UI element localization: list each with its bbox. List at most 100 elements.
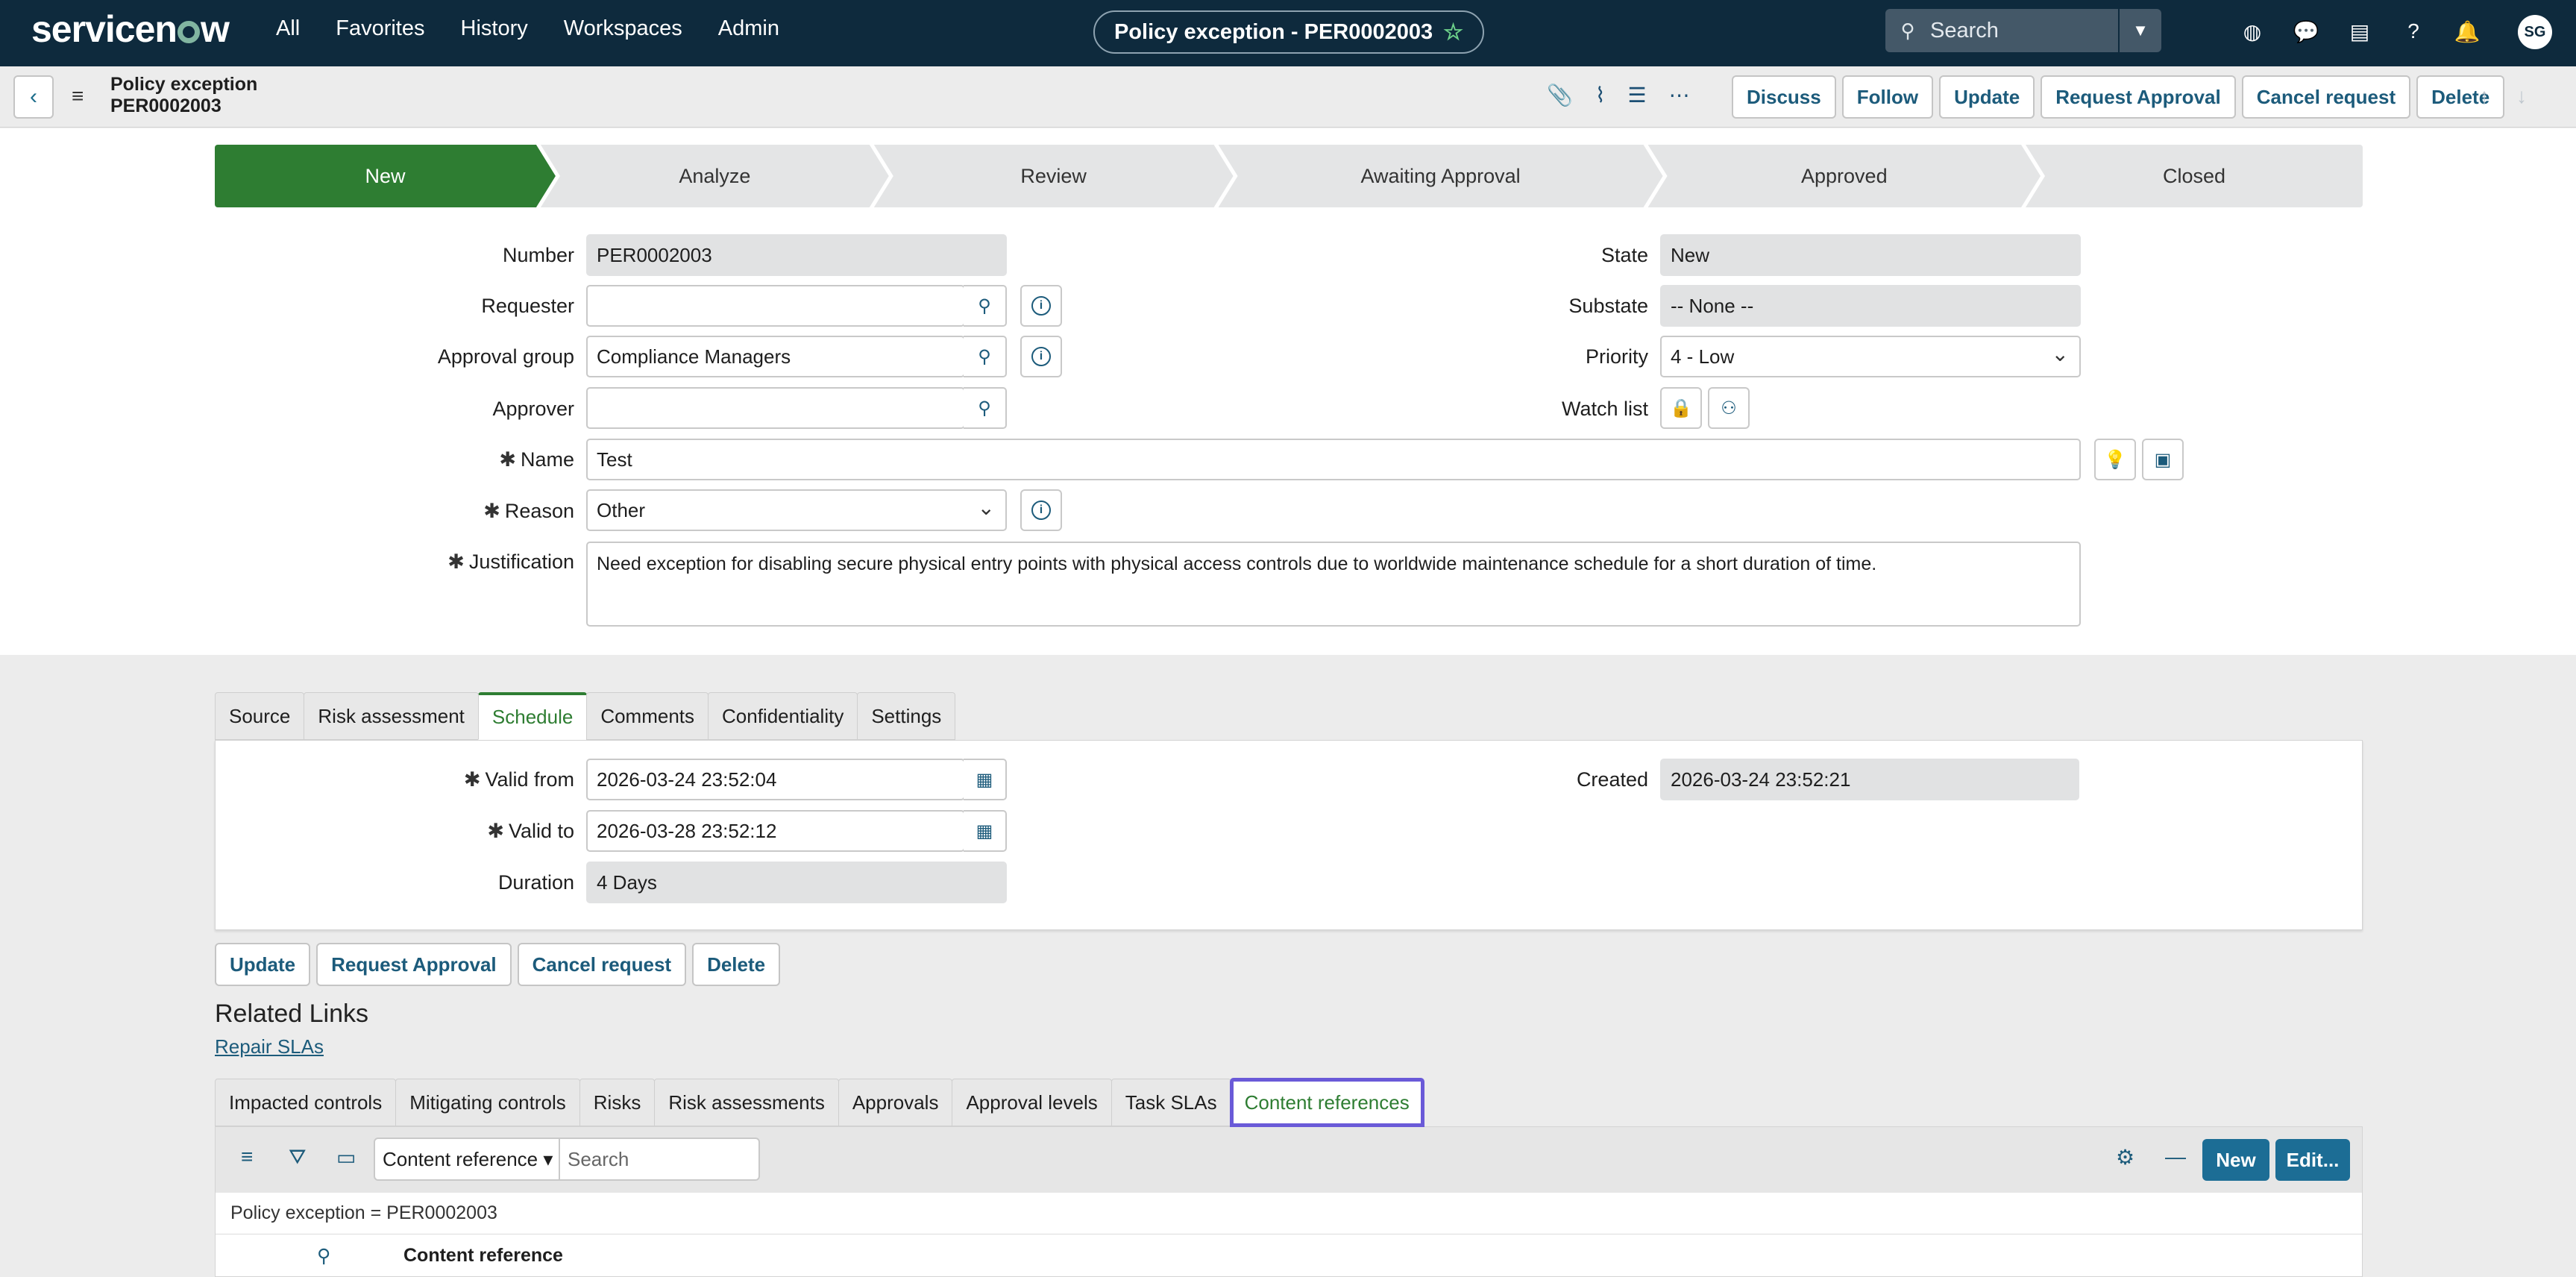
personalize-icon[interactable]: ☰ bbox=[1628, 83, 1647, 107]
valid-from-calendar-icon[interactable]: ▦ bbox=[964, 759, 1007, 800]
tab-risk-assessments[interactable]: Risk assessments bbox=[654, 1079, 839, 1126]
list-search-field-select[interactable]: Content reference ▾ bbox=[374, 1138, 560, 1181]
stage-awaiting-approval: Awaiting Approval bbox=[1219, 145, 1663, 207]
valid-from-label: ✱ Valid from bbox=[403, 768, 574, 791]
tab-comments[interactable]: Comments bbox=[586, 692, 709, 740]
watch-list-lock-icon[interactable]: 🔒 bbox=[1660, 387, 1702, 429]
add-me-to-watch-list-icon[interactable]: ⚇ bbox=[1708, 387, 1750, 429]
nav-icons: ◍ 💬 ▤ ? 🔔 bbox=[2239, 13, 2481, 49]
nav-history[interactable]: History bbox=[461, 16, 528, 41]
follow-button[interactable]: Follow bbox=[1841, 75, 1934, 119]
column-content-reference[interactable]: Content reference bbox=[403, 1245, 563, 1267]
nav-favorites[interactable]: Favorites bbox=[336, 16, 424, 41]
tab-mitigating-controls[interactable]: Mitigating controls bbox=[395, 1079, 580, 1126]
list-menu-icon[interactable]: ≡ bbox=[241, 1145, 253, 1169]
list-comment-icon[interactable]: ▭ bbox=[336, 1145, 356, 1170]
requester-lookup-search-icon[interactable]: ⚲ bbox=[964, 285, 1007, 327]
form-title-table: Policy exception bbox=[110, 74, 258, 95]
valid-to-field[interactable]: 2026-03-28 23:52:12 bbox=[586, 810, 965, 852]
help-icon[interactable]: ? bbox=[2400, 13, 2427, 49]
valid-to-calendar-icon[interactable]: ▦ bbox=[964, 810, 1007, 852]
required-marker-icon: ✱ bbox=[483, 500, 500, 522]
record-title-pill[interactable]: Policy exception - PER0002003 ☆ bbox=[1093, 10, 1484, 54]
requester-info-button[interactable]: i bbox=[1020, 285, 1062, 327]
chat-icon[interactable]: 💬 bbox=[2293, 13, 2319, 49]
required-marker-icon: ✱ bbox=[463, 768, 481, 791]
priority-select[interactable]: 4 - Low bbox=[1660, 336, 2081, 377]
previous-record-icon[interactable]: ↑ bbox=[2479, 84, 2489, 108]
nav-admin[interactable]: Admin bbox=[718, 16, 779, 41]
edit-button[interactable]: Edit... bbox=[2275, 1139, 2350, 1181]
filter-icon[interactable]: ⛛ bbox=[289, 1145, 307, 1170]
tab-approval-levels[interactable]: Approval levels bbox=[952, 1079, 1112, 1126]
approval-group-field[interactable]: Compliance Managers bbox=[586, 336, 965, 377]
valid-from-field[interactable]: 2026-03-24 23:52:04 bbox=[586, 759, 965, 800]
tab-risks[interactable]: Risks bbox=[579, 1079, 656, 1126]
discuss-button[interactable]: Discuss bbox=[1732, 75, 1836, 119]
tab-risk-assessment[interactable]: Risk assessment bbox=[304, 692, 479, 740]
requester-field[interactable] bbox=[586, 285, 965, 327]
scripts-icon[interactable]: ▤ bbox=[2346, 13, 2373, 49]
approval-group-lookup-search-icon[interactable]: ⚲ bbox=[964, 336, 1007, 377]
approver-field[interactable] bbox=[586, 387, 965, 429]
attachment-icon[interactable]: 📎 bbox=[1547, 83, 1573, 107]
globe-icon[interactable]: ◍ bbox=[2239, 13, 2266, 49]
approval-group-info-button[interactable]: i bbox=[1020, 336, 1062, 377]
cancel-request-button[interactable]: Cancel request bbox=[2241, 75, 2411, 119]
repair-slas-link[interactable]: Repair SLAs bbox=[215, 1035, 324, 1058]
bottom-request-approval-button[interactable]: Request Approval bbox=[316, 943, 512, 986]
back-button[interactable]: ‹ bbox=[13, 75, 54, 119]
valid-from-label-text: Valid from bbox=[485, 768, 574, 791]
column-search-icon[interactable]: ⚲ bbox=[317, 1245, 330, 1267]
nav-all[interactable]: All bbox=[276, 16, 300, 41]
related-links-heading: Related Links bbox=[215, 1000, 369, 1028]
request-approval-button[interactable]: Request Approval bbox=[2041, 75, 2236, 119]
requester-label: Requester bbox=[481, 295, 574, 317]
suggestion-lightbulb-icon[interactable]: 💡 bbox=[2094, 439, 2136, 480]
global-search-input[interactable]: Search bbox=[1930, 19, 2118, 43]
collapse-list-icon[interactable]: — bbox=[2165, 1145, 2186, 1169]
new-button[interactable]: New bbox=[2202, 1139, 2269, 1181]
list-filter-breadcrumb[interactable]: Policy exception = PER0002003 bbox=[216, 1193, 2362, 1234]
notifications-bell-icon[interactable]: 🔔 bbox=[2454, 13, 2481, 49]
activity-icon[interactable]: ⌇ bbox=[1595, 83, 1606, 107]
approver-lookup-search-icon[interactable]: ⚲ bbox=[964, 387, 1007, 429]
list-search-input[interactable]: Search bbox=[559, 1138, 760, 1181]
tab-task-slas[interactable]: Task SLAs bbox=[1110, 1079, 1231, 1126]
bottom-update-button[interactable]: Update bbox=[215, 943, 311, 986]
stage-progress: New Analyze Review Awaiting Approval App… bbox=[215, 145, 2363, 207]
required-marker-icon: ✱ bbox=[499, 448, 516, 471]
tab-confidentiality[interactable]: Confidentiality bbox=[708, 692, 858, 740]
tab-schedule[interactable]: Schedule bbox=[477, 692, 588, 740]
tab-impacted-controls[interactable]: Impacted controls bbox=[215, 1079, 397, 1126]
approval-group-label: Approval group bbox=[437, 345, 574, 368]
form-context-menu-icon[interactable]: ≡ bbox=[72, 84, 84, 108]
tab-source[interactable]: Source bbox=[215, 692, 305, 740]
tab-content-references[interactable]: Content references bbox=[1229, 1078, 1424, 1127]
servicenow-logo[interactable]: servicen w bbox=[31, 7, 230, 51]
bottom-cancel-request-button[interactable]: Cancel request bbox=[517, 943, 687, 986]
nav-workspaces[interactable]: Workspaces bbox=[564, 16, 682, 41]
update-button[interactable]: Update bbox=[1939, 75, 2035, 119]
search-scope-dropdown[interactable]: ▼ bbox=[2118, 9, 2161, 52]
user-avatar[interactable]: SG bbox=[2518, 15, 2552, 49]
form-title-number: PER0002003 bbox=[110, 95, 222, 116]
bottom-delete-button[interactable]: Delete bbox=[692, 943, 781, 986]
info-icon: i bbox=[1031, 501, 1051, 520]
favorite-star-icon[interactable]: ☆ bbox=[1443, 19, 1463, 46]
justification-label-text: Justification bbox=[468, 550, 574, 573]
number-label: Number bbox=[502, 244, 574, 266]
next-record-icon[interactable]: ↓ bbox=[2516, 84, 2527, 108]
reason-info-button[interactable]: i bbox=[1020, 489, 1062, 531]
more-options-icon[interactable]: ⋯ bbox=[1669, 83, 1690, 107]
stage-analyze: Analyze bbox=[541, 145, 889, 207]
reason-select[interactable]: Other bbox=[586, 489, 1007, 531]
tab-approvals[interactable]: Approvals bbox=[838, 1079, 953, 1126]
justification-textarea[interactable]: Need exception for disabling secure phys… bbox=[586, 542, 2081, 627]
name-field[interactable]: Test bbox=[586, 439, 2081, 480]
tab-settings[interactable]: Settings bbox=[857, 692, 956, 740]
list-settings-gear-icon[interactable]: ⚙ bbox=[2116, 1145, 2134, 1170]
spellcheck-icon[interactable]: ▣ bbox=[2142, 439, 2184, 480]
form-title: Policy exception PER0002003 bbox=[110, 74, 257, 117]
global-search[interactable]: ⚲ Search ▼ bbox=[1885, 9, 2161, 52]
